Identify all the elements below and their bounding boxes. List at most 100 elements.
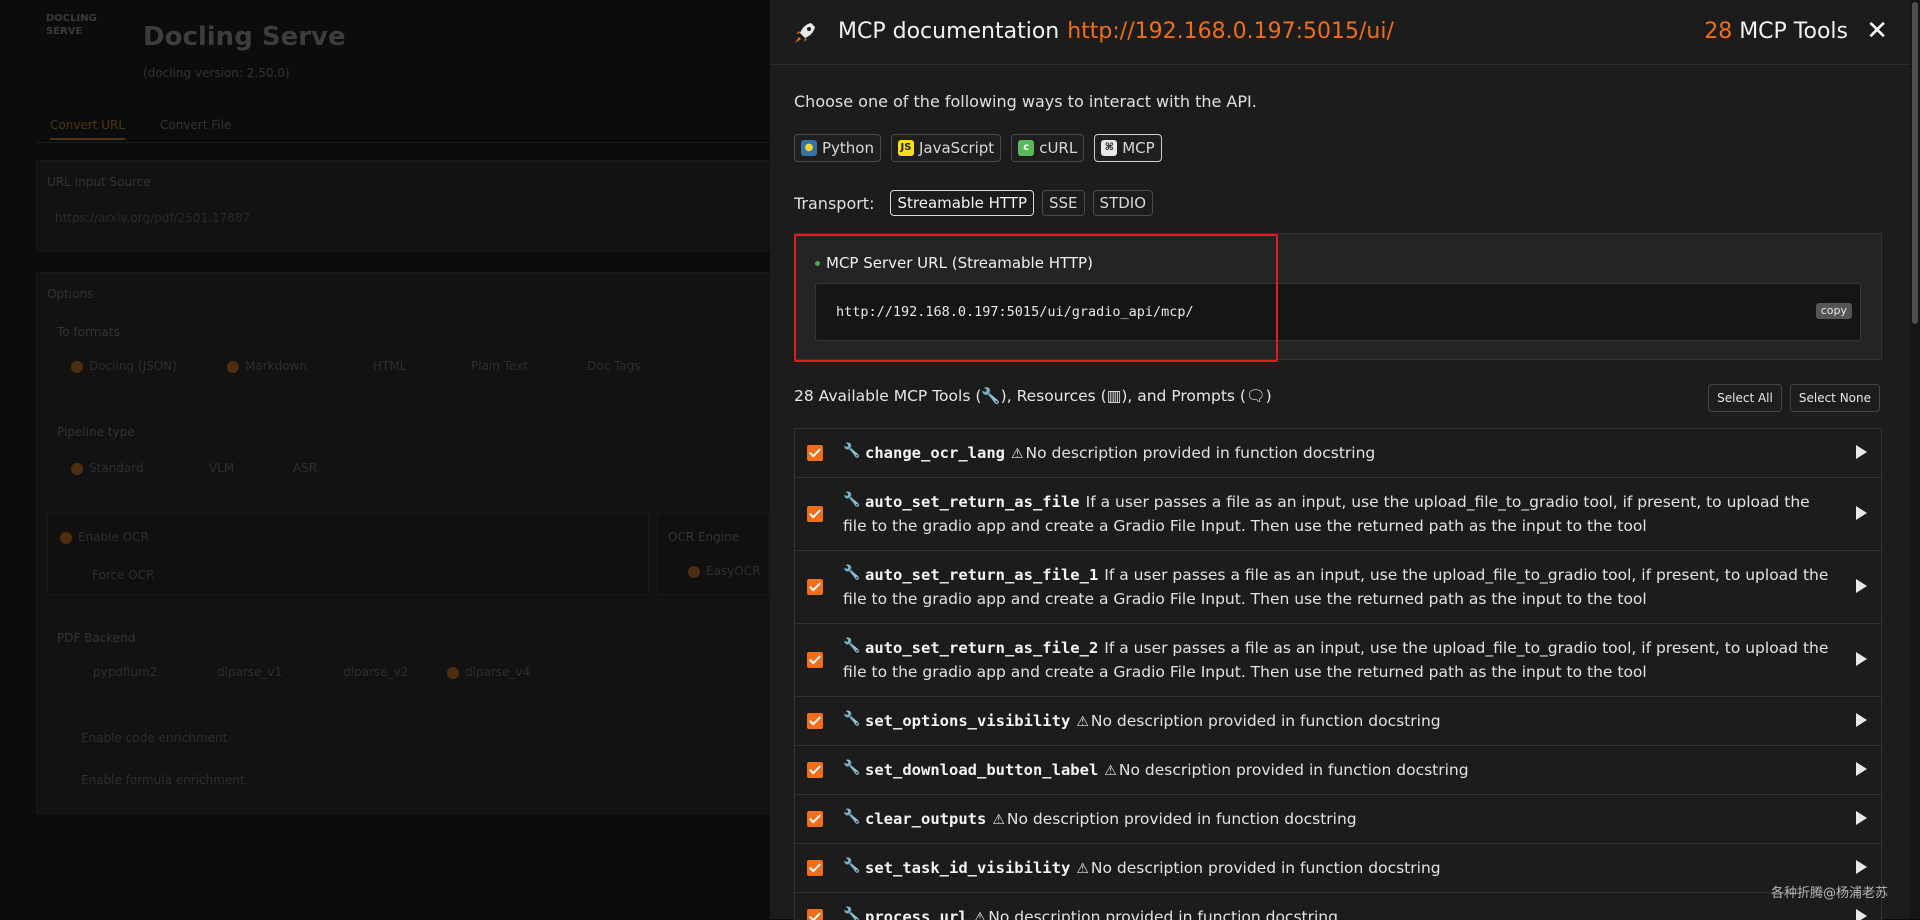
tool-row[interactable]: 🔧 process_url ⚠ No description provided in… [795,893,1881,920]
copy-button[interactable]: copy [1815,303,1852,319]
tool-checkbox[interactable] [807,713,823,729]
expand-arrow-icon[interactable] [1856,811,1867,825]
enable-ocr-checkbox[interactable]: Enable OCR [60,530,149,544]
tab-convert-file[interactable]: Convert File [160,118,231,132]
tool-description: No description provided in function docs… [1090,859,1441,877]
modal-url-link[interactable]: http://192.168.0.197:5015/ui/ [1067,19,1394,44]
tool-row[interactable]: 🔧 auto_set_return_as_file_2 If a user pas… [795,624,1881,697]
server-url-title-text: MCP Server URL (Streamable HTTP) [826,254,1093,272]
tool-checkbox[interactable] [807,652,823,668]
expand-arrow-icon[interactable] [1856,713,1867,727]
tool-name: auto_set_return_as_file [865,493,1080,511]
pdf-backend-option[interactable]: dlparse_v2 [343,665,408,679]
expand-arrow-icon[interactable] [1856,579,1867,593]
url-input-panel: URL Input Source https://arxiv.org/pdf/2… [36,160,772,252]
expand-arrow-icon[interactable] [1856,762,1867,776]
expand-arrow-icon[interactable] [1856,909,1867,920]
select-all-button[interactable]: Select All [1708,384,1782,412]
tool-checkbox[interactable] [807,762,823,778]
format-option[interactable]: Markdown [227,359,307,373]
force-ocr-checkbox[interactable]: Force OCR [92,568,154,582]
format-option[interactable]: HTML [373,359,406,373]
tool-row[interactable]: 🔧 set_options_visibility ⚠ No description … [795,697,1881,746]
tool-row[interactable]: 🔧 set_download_button_label ⚠ No descripti… [795,746,1881,795]
warning-icon: ⚠ [1076,861,1089,877]
ocr-engine-box: OCR Engine EasyOCR [657,513,769,595]
modal-scrollbar[interactable] [1910,0,1920,919]
pdf-backend-option[interactable]: dlparse_v4 [447,665,530,679]
enrich-formula-checkbox[interactable]: Enable formula enrichment [81,773,245,787]
tool-name: auto_set_return_as_file_2 [865,639,1099,657]
select-none-button[interactable]: Select None [1789,384,1880,412]
tool-description: No description provided in function docs… [1090,712,1441,730]
pipeline-label: Pipeline type [57,425,135,439]
pipeline-option[interactable]: VLM [209,461,234,475]
available-tools-heading: 28 Available MCP Tools (🔧), Resources (▥… [794,387,1272,405]
javascript-icon: JS [898,140,914,156]
tool-row[interactable]: 🔧 auto_set_return_as_file If a user passe… [795,478,1881,551]
options-label: Options [47,287,94,301]
tool-row[interactable]: 🔧 set_task_id_visibility ⚠ No description … [795,844,1881,893]
tab-curl[interactable]: c cURL [1011,134,1085,162]
ocr-engine-option[interactable]: EasyOCR [688,564,760,578]
url-input-placeholder[interactable]: https://arxiv.org/pdf/2501.17887 [55,211,250,225]
tool-checkbox[interactable] [807,811,823,827]
status-dot-icon [815,261,820,266]
tab-mcp-label: MCP [1122,139,1155,157]
pdf-backend-label: PDF Backend [57,631,136,645]
format-option[interactable]: Plain Text [471,359,528,373]
app-title: Docling Serve [143,22,346,52]
tool-row[interactable]: 🔧 change_ocr_lang ⚠ No description provide… [795,429,1881,478]
scrollbar-thumb[interactable] [1912,2,1918,324]
selection-buttons: Select All Select None [1708,384,1880,412]
background-app: DOCLING SERVE Docling Serve (docling ver… [0,0,772,919]
tool-name: process_url [865,908,968,920]
enrich-code-checkbox[interactable]: Enable code enrichment [81,731,227,745]
app-logo: DOCLING SERVE [46,12,118,96]
format-option[interactable]: Doc Tags [587,359,641,373]
format-option[interactable]: Docling (JSON) [71,359,177,373]
warning-icon: ⚠ [1104,763,1117,779]
transport-selector: Transport: Streamable HTTP SSE STDIO [794,190,1154,216]
server-url-title: MCP Server URL (Streamable HTTP) [815,254,1093,272]
tab-javascript[interactable]: JS JavaScript [891,134,1002,162]
logo-line: SERVE [46,26,83,37]
tab-python[interactable]: ● Python [794,134,881,162]
tab-convert-url[interactable]: Convert URL [50,118,126,140]
tool-checkbox[interactable] [807,445,823,461]
tab-mcp[interactable]: ⌘ MCP [1094,134,1162,162]
pdf-backend-option[interactable]: dlparse_v1 [217,665,282,679]
tool-text: auto_set_return_as_file If a user passes … [843,490,1831,538]
expand-arrow-icon[interactable] [1856,860,1867,874]
expand-arrow-icon[interactable] [1856,652,1867,666]
warning-icon: ⚠ [992,812,1005,828]
transport-sse[interactable]: SSE [1042,190,1085,216]
tool-checkbox[interactable] [807,909,823,920]
ocr-box: Enable OCR Force OCR [47,513,649,595]
tool-name: clear_outputs [865,810,987,828]
pipeline-option[interactable]: ASR [293,461,317,475]
language-tabs: ● Python JS JavaScript c cURL ⌘ MCP [794,134,1162,162]
tool-name: set_download_button_label [865,761,1099,779]
close-icon[interactable]: ✕ [1866,16,1888,46]
tool-checkbox[interactable] [807,860,823,876]
tool-checkbox[interactable] [807,579,823,595]
tool-checkbox[interactable] [807,506,823,522]
pipeline-option[interactable]: Standard [71,461,144,475]
pdf-backend-option[interactable]: pypdfium2 [93,665,157,679]
tool-row[interactable]: 🔧 clear_outputs ⚠ No description provided … [795,795,1881,844]
tool-description: No description provided in function docs… [1006,810,1357,828]
server-url-field[interactable]: http://192.168.0.197:5015/ui/gradio_api/… [815,283,1861,341]
transport-streamable-http[interactable]: Streamable HTTP [890,190,1035,216]
transport-stdio[interactable]: STDIO [1092,190,1154,216]
options-panel: Options To formats Docling (JSON) Markdo… [36,272,772,814]
server-url-text[interactable]: http://192.168.0.197:5015/ui/gradio_api/… [836,304,1194,320]
transport-label: Transport: [794,193,875,213]
tools-count: 28 MCP Tools [1704,19,1848,44]
expand-arrow-icon[interactable] [1856,506,1867,520]
tool-row[interactable]: 🔧 auto_set_return_as_file_1 If a user pas… [795,551,1881,624]
logo-line: DOCLING [46,13,97,24]
modal-title-text: MCP documentation [838,19,1060,44]
expand-arrow-icon[interactable] [1856,445,1867,459]
server-url-box: MCP Server URL (Streamable HTTP) http://… [794,233,1882,360]
